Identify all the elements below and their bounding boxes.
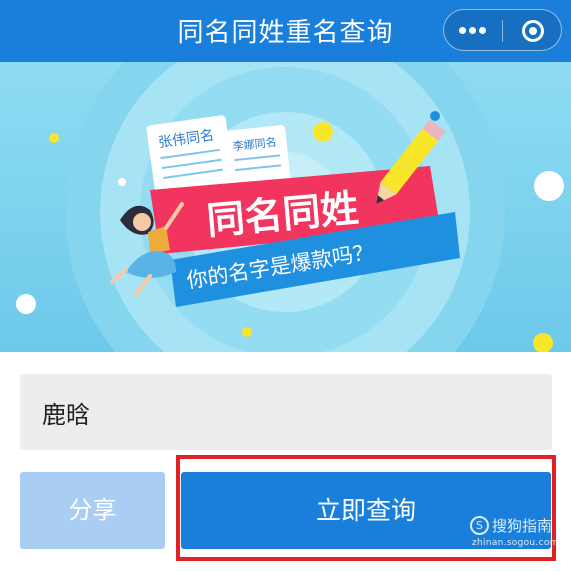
name-card-1: 张伟同名 [146,115,235,195]
yellow-dot-icon [313,122,333,142]
watermark-url: zhinan.sogou.com [472,538,559,548]
sogou-watermark: S 搜狗指南 zhinan.sogou.com [470,512,570,552]
more-options-button[interactable] [444,10,502,52]
sogou-logo-icon: S [470,516,489,535]
yellow-dot-icon [49,133,59,143]
name-input[interactable] [20,374,552,450]
white-dot-icon [534,171,564,201]
white-dot-icon [118,178,126,186]
banner-illustration: 张伟同名 李娜同名 同名同姓 你的名字是爆款吗？ [0,62,571,352]
blue-dot-icon [430,111,440,121]
page: 同名同姓重名查询 张伟同名 李娜同名 同名同姓 你的名字是爆款吗？ 鹿晗 分享 … [0,0,571,571]
share-button[interactable]: 分享 [20,472,165,549]
top-navigation-bar: 同名同姓重名查询 [0,0,571,62]
white-dot-icon [16,294,36,314]
banner-artwork: 张伟同名 李娜同名 同名同姓 你的名字是爆款吗？ [0,62,571,352]
watermark-text: 搜狗指南 [492,517,553,535]
yellow-dot-icon [242,327,252,337]
close-mini-program-button[interactable] [503,10,563,52]
mini-program-capsule [443,9,562,51]
